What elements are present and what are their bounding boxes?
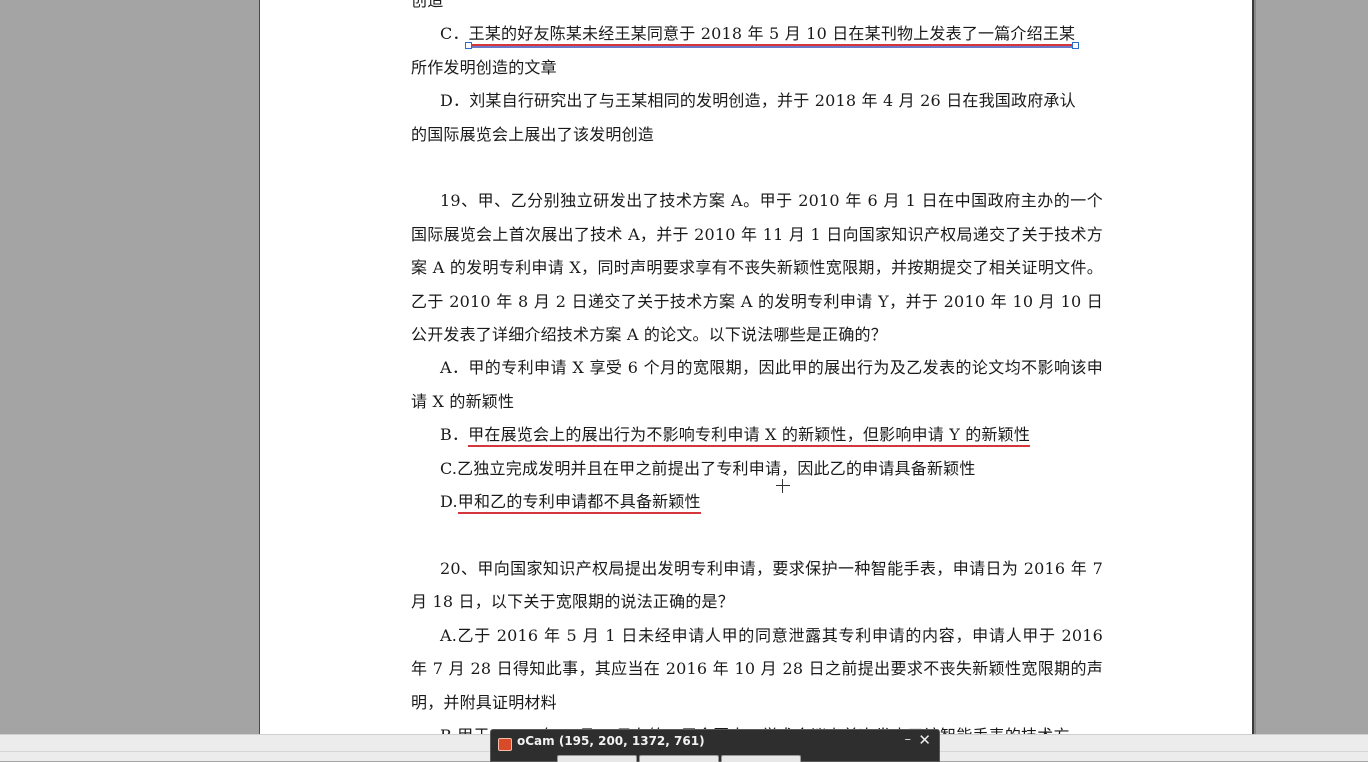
ocam-window[interactable]: oCam (195, 200, 1372, 761) – ✕ — [490, 729, 940, 762]
q18-option-d-line2: 的国际展览会上展出了该发明创造 — [411, 124, 655, 144]
q19-option-d-underlined: 甲和乙的专利申请都不具备新颖性 — [457, 492, 701, 515]
q18-option-c-rest: 所作发明创造的文章 — [411, 57, 557, 77]
q18-option-d: D．刘某自行研究出了与王某相同的发明创造，并于 2018 年 4 月 26 日在… — [411, 84, 1103, 151]
q18-option-c-label: C． — [440, 24, 469, 44]
selection-handle-left[interactable] — [464, 42, 472, 50]
ocam-window-title: oCam (195, 200, 1372, 761) — [517, 734, 705, 748]
q19-option-d-label: D. — [440, 492, 458, 512]
q19-option-c: C.乙独立完成发明并且在甲之前提出了专利申请，因此乙的申请具备新颖性 — [440, 458, 976, 478]
q19-option-d: D.甲和乙的专利申请都不具备新颖性 — [411, 485, 1103, 518]
ocam-tab[interactable] — [721, 755, 801, 762]
crosshair-cursor-icon — [776, 479, 790, 493]
ocam-tab[interactable] — [557, 755, 637, 762]
document-page: 创造 C．王某的好友陈某未经王某同意于 2018 年 5 月 10 日在某刊物上… — [259, 0, 1254, 745]
partial-top-line: 创造 — [411, 0, 444, 10]
q20-option-a: A.乙于 2016 年 5 月 1 日未经申请人甲的同意泄露其专利申请的内容，申… — [411, 625, 1103, 712]
q19-option-b: B．甲在展览会上的展出行为不影响专利申请 X 的新颖性，但影响申请 Y 的新颖性 — [411, 418, 1103, 451]
document-content: 创造 C．王某的好友陈某未经王某同意于 2018 年 5 月 10 日在某刊物上… — [411, 0, 1103, 752]
ocam-tab[interactable] — [639, 755, 719, 762]
q18-option-c-text: 王某的好友陈某未经王某同意于 2018 年 5 月 10 日在某刊物上发表了一篇… — [468, 24, 1076, 44]
ocam-app-icon — [498, 738, 512, 751]
q19-option-b-underlined: 甲在展览会上的展出行为不影响专利申请 X 的新颖性，但影响申请 Y 的新颖性 — [468, 425, 1031, 448]
q19-option-a: A．甲的专利申请 X 享受 6 个月的宽限期，因此甲的展出行为及乙发表的论文均不… — [411, 358, 1103, 411]
q20-stem: 20、甲向国家知识产权局提出发明专利申请，要求保护一种智能手表，申请日为 201… — [411, 558, 1103, 612]
q18-option-d-line1: D．刘某自行研究出了与王某相同的发明创造，并于 2018 年 4 月 26 日在… — [440, 91, 1076, 111]
q19-stem: 19、甲、乙分别独立研发出了技术方案 A。甲于 2010 年 6 月 1 日在中… — [411, 191, 1103, 345]
minimize-button[interactable]: – — [905, 732, 912, 747]
q18-option-c-underlined[interactable]: 王某的好友陈某未经王某同意于 2018 年 5 月 10 日在某刊物上发表了一篇… — [464, 24, 1080, 50]
q18-option-c[interactable]: C．王某的好友陈某未经王某同意于 2018 年 5 月 10 日在某刊物上发表了… — [411, 17, 1103, 84]
q19-option-b-label: B． — [440, 425, 469, 445]
selection-handle-right[interactable] — [1072, 42, 1080, 50]
close-button[interactable]: ✕ — [918, 731, 931, 749]
